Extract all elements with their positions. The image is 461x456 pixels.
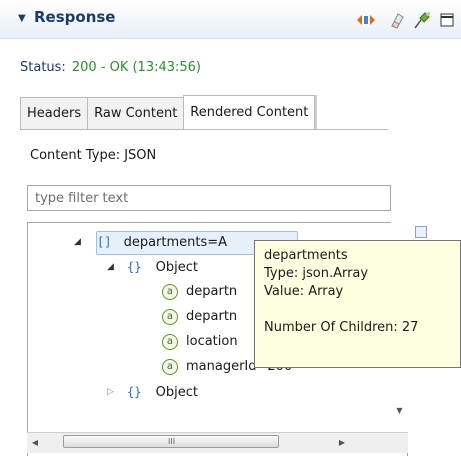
attribute-icon: a (162, 358, 178, 375)
tree-row-object[interactable]: ▷ {} Object (107, 380, 198, 404)
expanded-twisty-icon[interactable]: ◢ (107, 255, 114, 279)
tooltip-children: Number Of Children: 27 (264, 320, 419, 335)
tab-divider (20, 129, 388, 130)
tab-bar: Headers Raw Content Rendered Content (20, 95, 316, 130)
navigate-icon[interactable] (354, 8, 378, 32)
maximize-icon[interactable] (435, 8, 459, 32)
collapse-arrow-icon[interactable]: ▼ (18, 13, 26, 24)
scroll-left-icon[interactable]: ◀ (27, 436, 43, 450)
tree-row-label: departn (186, 284, 238, 299)
scroll-up-icon[interactable] (415, 226, 427, 238)
tree-row-label: location (186, 334, 238, 349)
tree-row-object[interactable]: ◢ {} Object (107, 255, 198, 279)
tree-row-label: departn (186, 309, 238, 324)
tree-row-attribute[interactable]: a location (162, 330, 238, 354)
tree-row-attribute[interactable]: a departn (162, 280, 237, 304)
tab-rendered-content[interactable]: Rendered Content (183, 95, 316, 129)
filter-input[interactable] (27, 185, 391, 211)
tooltip: departments Type: json.Array Value: Arra… (254, 240, 461, 368)
tree-row-departments[interactable]: ◢ [] departments=A (74, 230, 227, 254)
clear-icon[interactable] (385, 8, 409, 32)
status-value: 200 - OK (13:43:56) (71, 60, 201, 75)
collapsed-twisty-icon[interactable]: ▷ (107, 380, 114, 404)
content-type-label: Content Type: JSON (30, 148, 157, 163)
object-icon: {} (127, 260, 142, 274)
tab-raw-content[interactable]: Raw Content (87, 97, 185, 129)
status-row: Status: 200 - OK (13:43:56) (20, 60, 201, 75)
tab-headers[interactable]: Headers (20, 97, 89, 129)
scroll-right-icon[interactable]: ▶ (334, 436, 350, 450)
attribute-icon: a (162, 333, 178, 350)
attribute-icon: a (162, 308, 178, 325)
scroll-down-icon[interactable]: ▼ (391, 404, 408, 418)
tooltip-spacer (264, 301, 451, 319)
section-title[interactable]: Response (34, 8, 115, 26)
tree-row-label: departments=A (123, 235, 228, 250)
status-label: Status: (20, 60, 66, 75)
tree-row-attribute[interactable]: a departn (162, 305, 237, 329)
tooltip-name: departments (264, 248, 348, 263)
pin-icon[interactable] (410, 8, 434, 32)
attribute-icon: a (162, 283, 178, 300)
tree-row-label: Object (155, 260, 198, 275)
tooltip-type: Type: json.Array (264, 266, 369, 281)
scroll-grip-icon: III (168, 437, 176, 446)
object-icon: {} (127, 385, 142, 399)
tooltip-value: Value: Array (264, 284, 344, 299)
array-icon: [] (97, 235, 112, 249)
tree-row-label: Object (155, 385, 198, 400)
expanded-twisty-icon[interactable]: ◢ (74, 230, 81, 254)
